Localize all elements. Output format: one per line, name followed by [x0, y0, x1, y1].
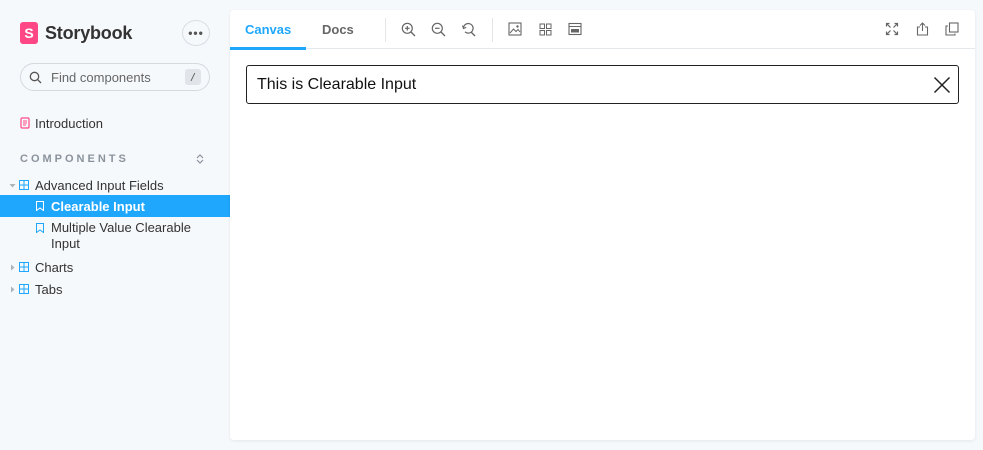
preview-panel: Canvas Docs This is Clearable Input: [229, 10, 975, 440]
section-title-components: COMPONENTS: [20, 153, 129, 165]
brand[interactable]: S Storybook: [20, 21, 132, 45]
zoom-out-icon[interactable]: [430, 21, 446, 37]
sidebar-item-label: Charts: [35, 259, 74, 275]
clearable-input-value[interactable]: This is Clearable Input: [257, 76, 932, 94]
sidebar-item-advanced-input-fields[interactable]: Advanced Input Fields: [0, 174, 230, 196]
grid-icon[interactable]: [537, 21, 553, 37]
bookmark-icon: [36, 201, 44, 211]
sidebar-item-tabs[interactable]: Tabs: [0, 278, 230, 300]
component-icon: [19, 180, 29, 190]
storybook-logo-icon: S: [20, 22, 38, 44]
background-icon[interactable]: [507, 21, 523, 37]
sidebar-item-clearable-input[interactable]: Clearable Input: [0, 195, 230, 217]
copy-link-icon[interactable]: [944, 21, 960, 37]
toolbar-divider: [492, 18, 493, 42]
search-box[interactable]: /: [20, 63, 210, 91]
sidebar-item-label: Clearable Input: [51, 198, 145, 214]
sidebar-item-label: Advanced Input Fields: [35, 177, 164, 193]
expand-collapse-icon[interactable]: [194, 152, 206, 164]
tab-canvas[interactable]: Canvas: [229, 10, 307, 50]
document-icon: [20, 117, 30, 129]
tab-docs[interactable]: Docs: [322, 10, 354, 49]
search-input[interactable]: [51, 69, 185, 85]
search-icon: [29, 69, 45, 85]
clearable-input[interactable]: This is Clearable Input: [246, 65, 959, 104]
sidebar-item-label: Introduction: [35, 115, 103, 131]
component-icon: [19, 262, 29, 272]
sidebar-item-introduction[interactable]: Introduction: [0, 112, 230, 134]
viewport-icon[interactable]: [567, 21, 583, 37]
more-menu-button[interactable]: •••: [182, 20, 210, 46]
zoom-reset-icon[interactable]: [460, 21, 476, 37]
sidebar-item-label: Tabs: [35, 281, 63, 297]
chevron-right-icon: [8, 263, 16, 271]
clear-icon[interactable]: [932, 75, 952, 95]
chevron-down-icon: [8, 181, 16, 189]
sidebar: S Storybook ••• / Introduction COMPONENT…: [0, 0, 230, 450]
search-shortcut-badge: /: [185, 69, 201, 85]
fullscreen-icon[interactable]: [884, 21, 900, 37]
chevron-right-icon: [8, 285, 16, 293]
sidebar-item-multiple-value-clearable-input[interactable]: Multiple Value Clearable Input: [0, 218, 230, 254]
brand-name: Storybook: [45, 22, 133, 43]
bookmark-icon: [36, 223, 44, 233]
sidebar-item-label-line2: Input: [51, 236, 80, 251]
sidebar-item-charts[interactable]: Charts: [0, 256, 230, 278]
zoom-in-icon[interactable]: [400, 21, 416, 37]
share-icon[interactable]: [914, 21, 930, 37]
toolbar-divider: [385, 18, 386, 42]
component-icon: [19, 284, 29, 294]
toolbar: Canvas Docs: [229, 10, 975, 50]
sidebar-item-label-line1: Multiple Value Clearable: [51, 220, 191, 235]
